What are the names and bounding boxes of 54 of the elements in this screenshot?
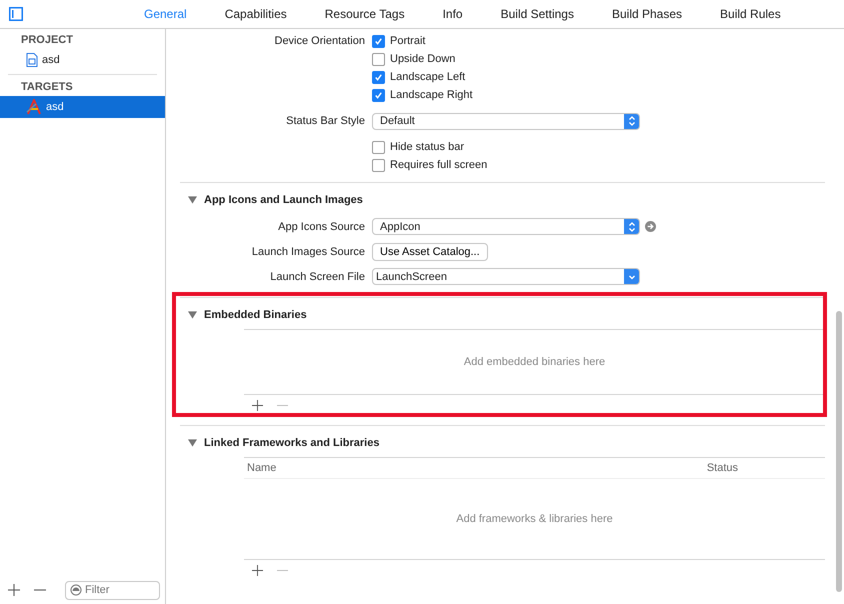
sidebar-item[interactable]: asd (0, 96, 165, 118)
section-title: Embedded Binaries (204, 309, 307, 321)
launch-screen-combo-box[interactable]: LaunchScreen (372, 268, 640, 285)
add-icon[interactable] (252, 400, 263, 410)
tab[interactable]: Build Phases (592, 7, 702, 21)
empty-list-message: Add frameworks & libraries here (456, 513, 613, 525)
sidebar-toggle-icon[interactable] (9, 7, 23, 21)
sidebar-item[interactable]: asd (0, 49, 165, 71)
add-icon[interactable] (252, 564, 263, 576)
add-icon[interactable] (8, 584, 20, 596)
checkbox[interactable]: Landscape Right (372, 88, 473, 102)
filter-field[interactable]: Filter (65, 580, 160, 600)
scrollbar-thumb[interactable] (836, 311, 842, 592)
field-label: Status Bar Style (286, 115, 365, 127)
checkbox-box[interactable] (372, 52, 385, 66)
checkbox-box[interactable] (372, 88, 385, 102)
checkbox[interactable]: Portrait (372, 34, 426, 48)
status-bar-style-popup[interactable]: Default (372, 112, 640, 130)
column-header[interactable]: Name (247, 462, 276, 474)
tab[interactable]: General (125, 7, 206, 21)
checkbox[interactable]: Upside Down (372, 52, 456, 66)
tab[interactable]: Resource Tags (306, 7, 424, 21)
sidebar-section-header: PROJECT (20, 33, 74, 48)
column-header[interactable]: Status (706, 462, 738, 474)
section-title: App Icons and Launch Images (204, 194, 363, 206)
app-icons-popup[interactable]: AppIcon (372, 218, 640, 235)
sidebar-section-header: TARGETS (20, 80, 74, 95)
tab[interactable]: Build Settings (482, 7, 593, 21)
tab[interactable]: Info (424, 7, 482, 21)
disclosure-triangle-icon[interactable] (188, 439, 197, 447)
field-label: App Icons Source (278, 220, 365, 232)
filter-icon (70, 584, 82, 596)
checkbox-box[interactable] (372, 70, 385, 84)
go-arrow-icon[interactable] (645, 221, 656, 232)
disclosure-triangle-icon[interactable] (188, 196, 197, 204)
tab[interactable]: Capabilities (206, 7, 306, 21)
app-target-icon (26, 99, 42, 115)
up-down-chevrons-icon (628, 220, 636, 232)
checkbox[interactable]: Hide status bar (372, 140, 464, 154)
disclosure-triangle-icon[interactable] (188, 311, 197, 319)
up-down-chevrons-icon (628, 115, 636, 127)
field-label: Device Orientation (274, 35, 365, 47)
section-title: Linked Frameworks and Libraries (204, 437, 380, 449)
checkbox[interactable]: Requires full screen (372, 158, 488, 172)
use-asset-catalog-button[interactable]: Use Asset Catalog... (372, 242, 488, 260)
field-label: Launch Images Source (252, 246, 365, 258)
checkbox-box[interactable] (372, 34, 385, 48)
checkbox-box[interactable] (372, 140, 385, 154)
empty-list-message: Add embedded binaries here (464, 356, 606, 368)
checkbox-box[interactable] (372, 158, 385, 172)
field-label: Launch Screen File (270, 270, 365, 282)
document-icon (26, 53, 38, 67)
checkbox[interactable]: Landscape Left (372, 70, 466, 84)
tab[interactable]: Build Rules (701, 7, 800, 21)
